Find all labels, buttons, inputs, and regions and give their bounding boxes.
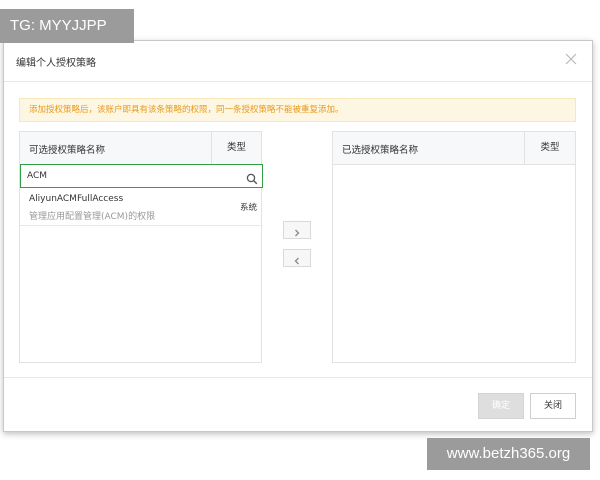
policy-search-box: [20, 164, 263, 188]
dialog-header: 编辑个人授权策略: [4, 41, 592, 82]
selected-header-type: 类型: [524, 132, 575, 164]
policy-type: 系统: [239, 203, 257, 213]
available-header-name: 可选授权策略名称: [29, 145, 106, 156]
available-panel-header: 可选授权策略名称 类型: [20, 132, 261, 165]
dialog-title: 编辑个人授权策略: [16, 58, 96, 69]
policy-search-input[interactable]: [21, 165, 241, 187]
search-icon[interactable]: [246, 170, 258, 185]
close-button[interactable]: 关闭: [530, 393, 576, 419]
close-icon[interactable]: [562, 50, 580, 68]
edit-policy-dialog: 编辑个人授权策略 添加授权策略后，该账户即具有该条策略的权限，同一条授权策略不能…: [3, 40, 593, 432]
available-policies-panel: 可选授权策略名称 类型 AliyunACMFullAccess 管理应用配置管理…: [19, 131, 263, 363]
remove-policy-button[interactable]: [283, 249, 311, 267]
policy-description: 管理应用配置管理(ACM)的权限: [29, 212, 156, 222]
chevron-left-icon: [294, 257, 299, 265]
selected-header-name: 已选授权策略名称: [342, 145, 419, 156]
policy-name: AliyunACMFullAccess: [29, 194, 124, 204]
notice-banner: 添加授权策略后，该账户即具有该条策略的权限，同一条授权策略不能被重复添加。: [19, 98, 576, 122]
confirm-button[interactable]: 确定: [478, 393, 524, 419]
chevron-right-icon: [295, 229, 300, 237]
policy-list-item[interactable]: AliyunACMFullAccess 管理应用配置管理(ACM)的权限 系统: [20, 188, 263, 226]
watermark-bottom: www.betzh365.org: [427, 438, 590, 470]
add-policy-button[interactable]: [283, 221, 311, 239]
available-header-type: 类型: [211, 132, 261, 164]
selected-panel-header: 已选授权策略名称 类型: [333, 132, 575, 165]
watermark-top: TG: MYYJJPP: [0, 9, 134, 43]
selected-policies-panel: 已选授权策略名称 类型: [332, 131, 576, 363]
footer-divider: [4, 377, 592, 378]
